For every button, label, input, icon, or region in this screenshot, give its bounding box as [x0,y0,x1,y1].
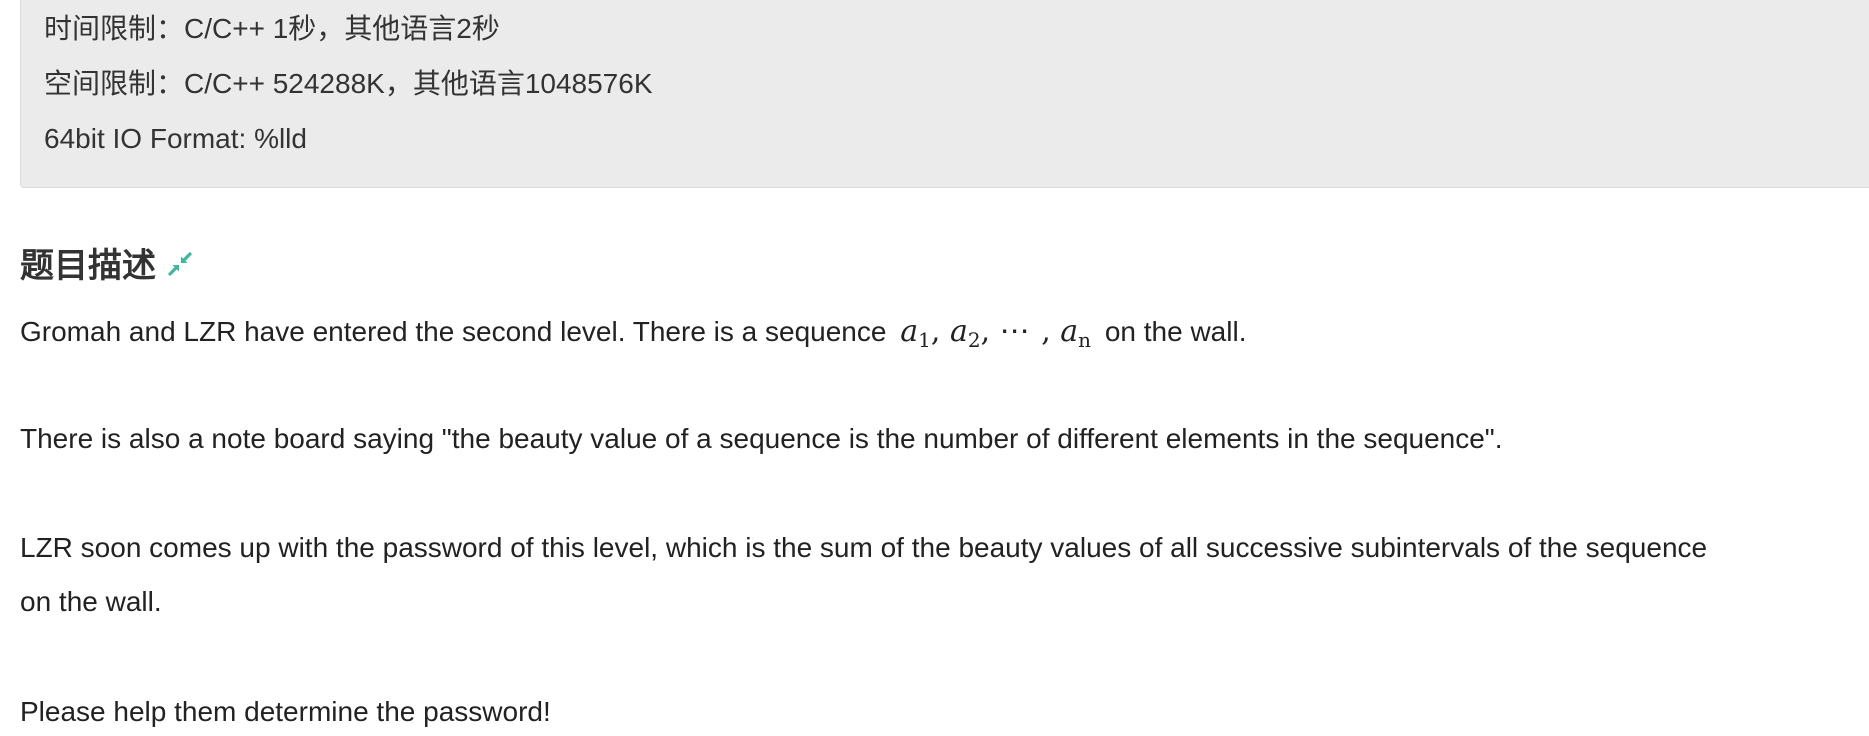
paragraph-password-line1: LZR soon comes up with the password of t… [20,532,1708,563]
section-title: 题目描述 [20,246,156,285]
time-limit: 时间限制：C/C++ 1秒，其他语言2秒 [44,13,500,44]
intro-text-after: on the wall. [1104,316,1247,347]
section-header: 题目描述 [20,238,194,286]
intro-text-before: Gromah and LZR have entered the second l… [20,316,887,347]
compress-arrows-icon[interactable] [166,248,194,276]
paragraph-password-line2: on the wall. [20,586,162,617]
sequence-formula: a1, a2, ⋯ , an [900,314,1092,352]
io-format: 64bit IO Format: %lld [44,123,307,154]
paragraph-intro: Gromah and LZR have entered the second l… [20,314,1246,350]
paragraph-note-board: There is also a note board saying "the b… [20,423,1503,454]
paragraph-help: Please help them determine the password! [20,696,551,727]
space-limit: 空间限制：C/C++ 524288K，其他语言1048576K [44,68,653,99]
